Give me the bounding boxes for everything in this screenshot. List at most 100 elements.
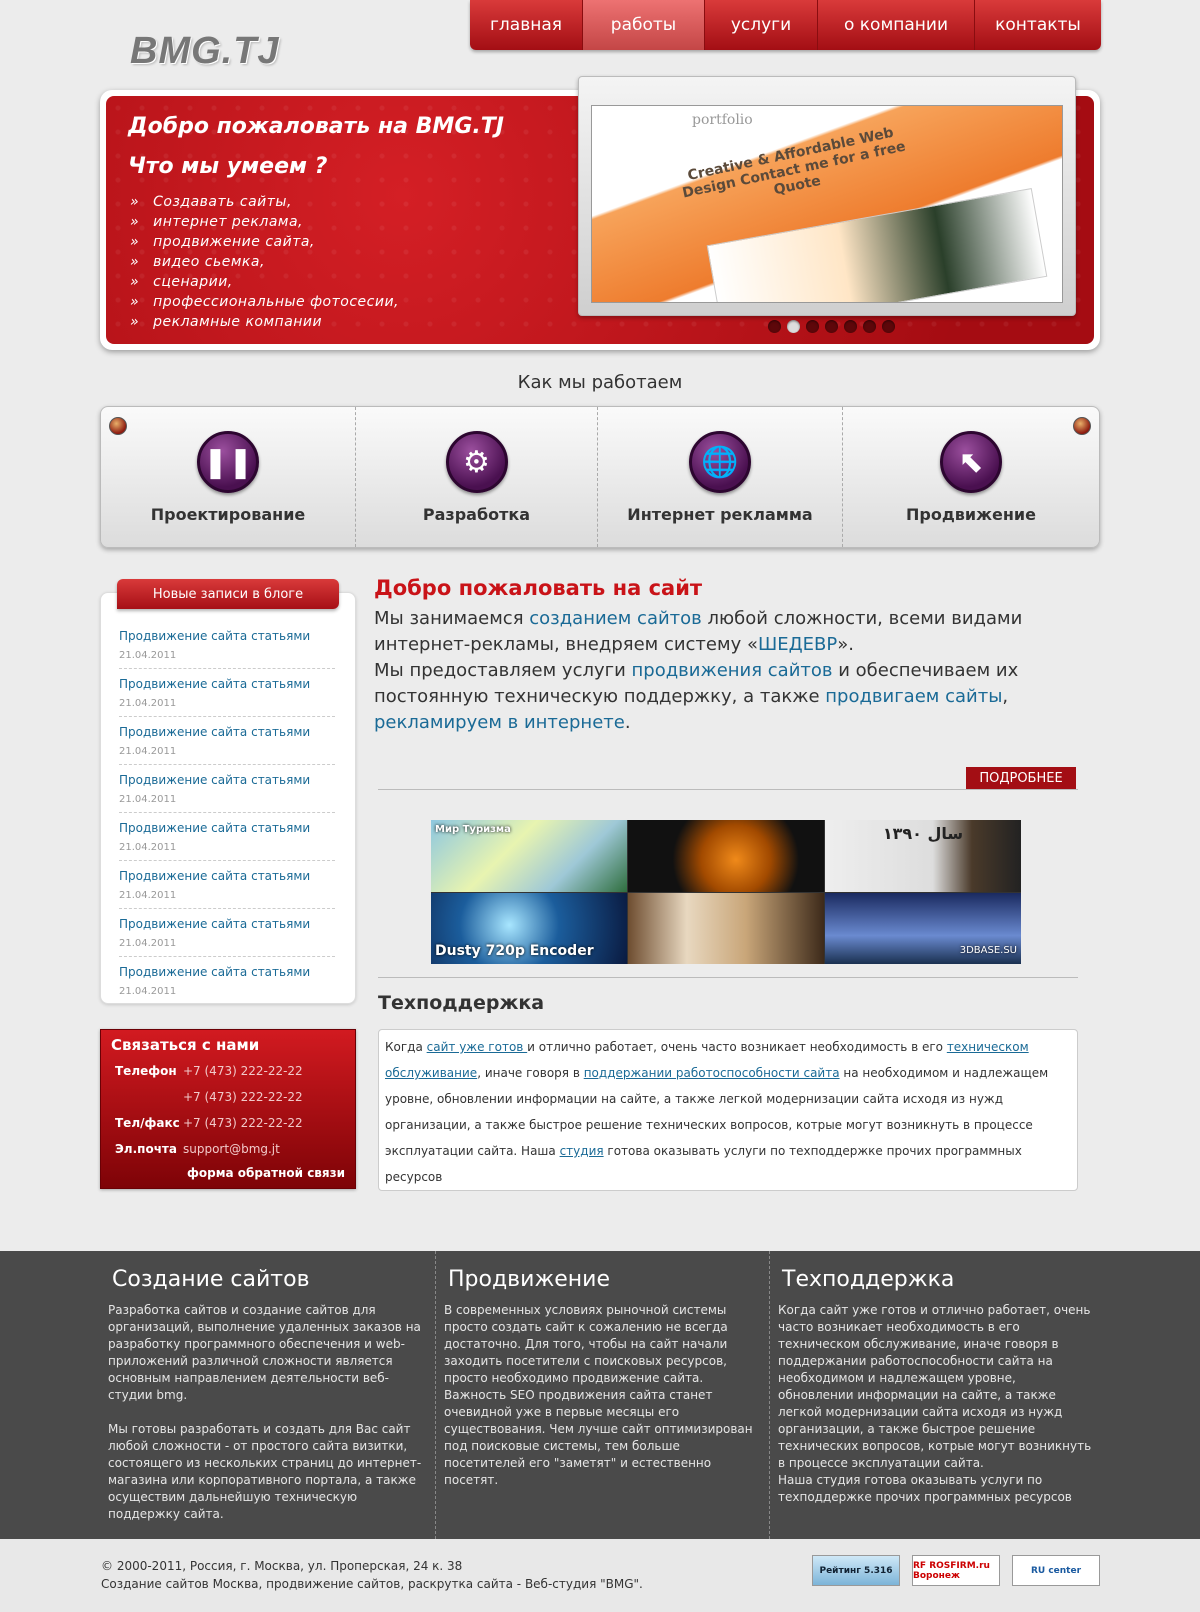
copyright-line: Создание сайтов Москва, продвижение сайт… — [101, 1577, 643, 1591]
process-step-label: Продвижение — [906, 505, 1036, 524]
phone-label: Телефон — [115, 1064, 177, 1078]
globe-icon: 🌐 — [689, 431, 751, 493]
gallery-image[interactable] — [628, 820, 824, 892]
process-step-design[interactable]: ❚❚ Проектирование — [101, 407, 356, 547]
contact-row-phone: Телефон +7 (473) 222-22-22 — [111, 1058, 345, 1084]
list-item: Продвижение сайта статьями 21.04.2011 — [119, 957, 335, 1005]
list-item: Продвижение сайта статьями 21.04.2011 — [119, 765, 335, 813]
blog-sidebar: Новые записи в блоге Продвижение сайта с… — [100, 579, 356, 1005]
process-step-development[interactable]: ⚙ Разработка — [356, 407, 598, 547]
process-step-label: Разработка — [422, 505, 531, 524]
process-step-label: Проектирование — [150, 505, 306, 524]
email-value[interactable]: support@bmg.jt — [183, 1142, 280, 1156]
blog-post-link[interactable]: Продвижение сайта статьями — [119, 629, 335, 643]
link-studio[interactable]: студия — [560, 1144, 604, 1158]
rucenter-badge[interactable]: RU center — [1012, 1555, 1100, 1586]
process-step-advertising[interactable]: 🌐 Интернет рекламма — [598, 407, 843, 547]
link-site-promotion[interactable]: продвижения сайтов — [632, 660, 833, 681]
blog-post-link[interactable]: Продвижение сайта статьями — [119, 725, 335, 739]
blog-post-date: 21.04.2011 — [119, 986, 177, 997]
more-button[interactable]: ПОДРОБНЕЕ — [966, 767, 1076, 790]
blog-post-link[interactable]: Продвижение сайта статьями — [119, 677, 335, 691]
counter-badges: Рейтинг 5.316 RF ROSFIRM.ru Воронеж RU c… — [812, 1555, 1100, 1586]
nav-item-home[interactable]: главная — [470, 0, 583, 50]
blog-post-date: 21.04.2011 — [119, 890, 177, 901]
blog-post-date: 21.04.2011 — [119, 794, 177, 805]
footer-col-title: Продвижение — [448, 1267, 611, 1292]
blog-post-date: 21.04.2011 — [119, 746, 177, 757]
gallery-image[interactable]: 3DBASE.SU — [825, 892, 1021, 964]
gallery-image[interactable]: سال ۱۳۹۰ — [825, 820, 1021, 892]
slider-dot[interactable] — [806, 320, 819, 333]
hero-list-item: интернет реклама, — [130, 212, 399, 232]
site-logo[interactable]: BMG.TJ — [130, 30, 280, 73]
gallery-image[interactable] — [628, 892, 824, 964]
portfolio-screenshot: portfolio Creative & Affordable Web Desi… — [591, 105, 1063, 303]
hero-list-item: сценарии, — [130, 272, 399, 292]
slider-dot[interactable] — [825, 320, 838, 333]
nav-item-contacts[interactable]: контакты — [975, 0, 1101, 50]
link-advertise-online[interactable]: рекламируем в интернете — [374, 712, 625, 733]
slider-dot[interactable] — [863, 320, 876, 333]
blog-post-date: 21.04.2011 — [119, 650, 177, 661]
footer-col-text: В современных условиях рыночной системы … — [444, 1303, 753, 1487]
slider-dot[interactable] — [844, 320, 857, 333]
portfolio-showcase[interactable]: portfolio Creative & Affordable Web Desi… — [578, 76, 1076, 316]
slider-dots — [768, 320, 895, 333]
divider — [378, 977, 1078, 978]
slider-dot[interactable] — [882, 320, 895, 333]
blog-post-link[interactable]: Продвижение сайта статьями — [119, 869, 335, 883]
link-promote-sites[interactable]: продвигаем сайты — [825, 686, 1002, 707]
hero-list-item: профессиональные фотосесии, — [130, 292, 399, 312]
gallery-image[interactable]: Dusty 720p Encoder — [431, 892, 627, 964]
contact-row-email: Эл.почта support@bmg.jt — [111, 1136, 345, 1162]
process-step-promotion[interactable]: ⬉ Продвижение — [843, 407, 1099, 547]
gear-icon: ⚙ — [445, 431, 508, 493]
pause-icon: ❚❚ — [197, 431, 259, 493]
blog-post-link[interactable]: Продвижение сайта статьями — [119, 821, 335, 835]
blog-post-link[interactable]: Продвижение сайта статьями — [119, 773, 335, 787]
gallery-image[interactable]: Мир Туризма — [431, 820, 627, 892]
slider-dot[interactable] — [768, 320, 781, 333]
text-span: . — [624, 712, 631, 733]
hero-list-item: видео сьемка, — [130, 252, 399, 272]
contact-box: Связаться с нами Телефон +7 (473) 222-22-… — [100, 1029, 356, 1189]
fax-label: Тел/факс — [115, 1116, 180, 1130]
process-title: Как мы работаем — [517, 372, 683, 393]
blog-title: Новые записи в блоге — [117, 579, 339, 609]
process-step-label: Интернет рекламма — [627, 505, 813, 524]
support-text-box: Когда сайт уже готов и отлично работает,… — [378, 1029, 1078, 1191]
nav-item-works[interactable]: работы — [583, 0, 705, 50]
welcome-heading: Добро пожаловать на сайт — [374, 576, 703, 600]
feedback-form-link[interactable]: форма обратной связи — [111, 1166, 345, 1180]
blog-post-link[interactable]: Продвижение сайта статьями — [119, 965, 335, 979]
email-label: Эл.почта — [115, 1142, 177, 1156]
arrow-up-left-icon: ⬉ — [940, 431, 1002, 493]
hero-list-item: рекламные компании — [130, 312, 399, 332]
copyright: © 2000-2011, Россия, г. Москва, ул. Проп… — [101, 1557, 643, 1593]
link-site-ready[interactable]: сайт уже готов — [427, 1040, 528, 1054]
rosfirm-badge[interactable]: RF ROSFIRM.ru Воронеж — [912, 1555, 1000, 1586]
footer-col-text: Разработка сайтов и создание сайтов для … — [108, 1303, 421, 1402]
showcase-brand: portfolio — [692, 112, 753, 128]
text-span: ». — [837, 634, 854, 655]
blog-post-date: 21.04.2011 — [119, 698, 177, 709]
blog-post-link[interactable]: Продвижение сайта статьями — [119, 917, 335, 931]
link-site-health[interactable]: поддержании работоспособности сайта — [584, 1066, 840, 1080]
hero-subtitle: Что мы умеем ? — [128, 154, 328, 179]
contact-row-fax: Тел/факс +7 (473) 222-22-22 — [111, 1110, 345, 1136]
list-item: Продвижение сайта статьями 21.04.2011 — [119, 861, 335, 909]
link-site-creation[interactable]: созданием сайтов — [529, 608, 702, 629]
gallery-caption: Dusty 720p Encoder — [435, 942, 594, 959]
blog-post-date: 21.04.2011 — [119, 938, 177, 949]
works-gallery: Мир Туризма سال ۱۳۹۰ Dusty 720p Encoder … — [431, 820, 1021, 964]
nav-item-about[interactable]: о компании — [818, 0, 975, 50]
footer-col-support: Техподдержка Когда сайт уже готов и отли… — [769, 1251, 1100, 1539]
list-item: Продвижение сайта статьями 21.04.2011 — [119, 717, 335, 765]
link-shedevr[interactable]: ШЕДЕВР — [758, 634, 837, 655]
nav-item-services[interactable]: услуги — [705, 0, 818, 50]
footer-col-text: Наша студия готова оказывать услуги по т… — [778, 1473, 1072, 1504]
text-span: Мы предоставляем услуги — [374, 660, 632, 681]
slider-dot-active[interactable] — [787, 320, 800, 333]
rating-badge[interactable]: Рейтинг 5.316 — [812, 1555, 900, 1586]
